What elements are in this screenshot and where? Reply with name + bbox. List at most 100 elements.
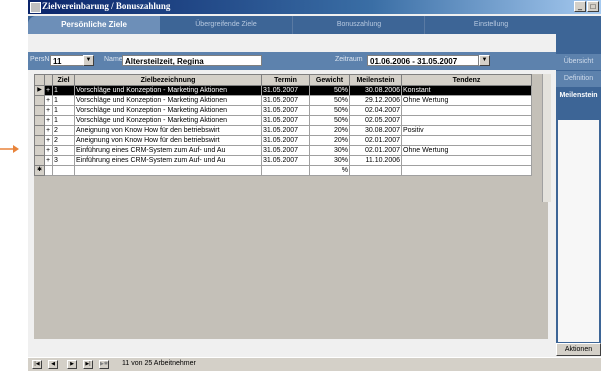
table-row[interactable]: + 1 Vorschläge und Konzeption - Marketin… (34, 115, 532, 126)
cell-tendenz[interactable] (401, 155, 532, 166)
tab-uebergreifende-ziele[interactable]: Übergreifende Ziele (160, 16, 292, 34)
tab-persoenliche-ziele[interactable]: Persönliche Ziele (28, 16, 160, 34)
cell-zielbezeichnung[interactable]: Vorschläge und Konzeption - Marketing Ak… (74, 95, 262, 106)
cell-gewicht[interactable]: 30% (309, 155, 350, 166)
minimize-button[interactable]: _ (574, 1, 586, 12)
expand-button[interactable]: + (44, 105, 53, 116)
expand-button[interactable]: + (44, 145, 53, 156)
cell-zielbezeichnung[interactable]: Aneignung von Know How für den betriebsw… (74, 125, 262, 136)
first-record-button[interactable]: |◀ (32, 360, 42, 369)
row-selector[interactable] (34, 105, 45, 116)
column-header-tendenz[interactable]: Tendenz (401, 74, 532, 86)
cell-meilenstein[interactable]: 02.05.2007 (349, 115, 402, 126)
cell-tendenz[interactable] (401, 165, 532, 176)
table-row[interactable]: + 3 Einführung eines CRM-System zum Auf-… (34, 155, 532, 166)
table-row[interactable]: ▶ + 1 Vorschläge und Konzeption - Market… (34, 85, 532, 96)
expand-button[interactable]: + (44, 115, 53, 126)
new-record-button[interactable]: ▶✱ (99, 360, 109, 369)
cell-meilenstein[interactable] (349, 165, 402, 176)
tab-meilenstein[interactable]: Meilenstein (556, 88, 601, 104)
cell-gewicht[interactable]: 20% (309, 135, 350, 146)
row-selector[interactable] (34, 115, 45, 126)
cell-zielbezeichnung[interactable]: Vorschläge und Konzeption - Marketing Ak… (74, 105, 262, 116)
tab-definition[interactable]: Definition (556, 71, 601, 87)
cell-tendenz[interactable]: Positiv (401, 125, 532, 136)
current-record-icon[interactable]: ▶ (34, 85, 45, 96)
cell-gewicht[interactable]: 50% (309, 105, 350, 116)
cell-ziel[interactable] (52, 165, 75, 176)
cell-zielbezeichnung[interactable]: Einführung eines CRM-System zum Auf- und… (74, 155, 262, 166)
cell-gewicht[interactable]: 20% (309, 125, 350, 136)
expand-button[interactable]: + (44, 125, 53, 136)
zeitraum-dropdown-button[interactable]: ▼ (479, 55, 490, 66)
cell-termin[interactable]: 31.05.2007 (261, 135, 310, 146)
previous-record-button[interactable]: ◀ (48, 360, 58, 369)
cell-gewicht[interactable]: 50% (309, 95, 350, 106)
row-selector[interactable] (34, 155, 45, 166)
table-row[interactable]: + 1 Vorschläge und Konzeption - Marketin… (34, 95, 532, 106)
table-row[interactable]: + 2 Aneignung von Know How für den betri… (34, 135, 532, 146)
table-row[interactable]: + 1 Vorschläge und Konzeption - Marketin… (34, 105, 532, 116)
cell-meilenstein[interactable]: 02.01.2007 (349, 135, 402, 146)
cell-ziel[interactable]: 3 (52, 155, 75, 166)
tab-einstellung[interactable]: Einstellung (424, 16, 557, 34)
cell-zielbezeichnung[interactable] (74, 165, 262, 176)
cell-termin[interactable]: 31.05.2007 (261, 145, 310, 156)
cell-ziel[interactable]: 1 (52, 115, 75, 126)
expand-button[interactable]: + (44, 95, 53, 106)
cell-tendenz[interactable]: Ohne Wertung (401, 145, 532, 156)
cell-tendenz[interactable] (401, 135, 532, 146)
cell-gewicht[interactable]: 50% (309, 85, 350, 96)
cell-zielbezeichnung[interactable]: Vorschläge und Konzeption - Marketing Ak… (74, 115, 262, 126)
cell-gewicht[interactable]: 50% (309, 115, 350, 126)
cell-termin[interactable]: 31.05.2007 (261, 95, 310, 106)
cell-ziel[interactable]: 2 (52, 125, 75, 136)
cell-tendenz[interactable] (401, 105, 532, 116)
row-selector[interactable] (34, 135, 45, 146)
cell-termin[interactable]: 31.05.2007 (261, 115, 310, 126)
name-field[interactable]: Altersteilzeit, Regina (122, 55, 262, 66)
new-record-row[interactable]: ✱ % (34, 165, 532, 176)
cell-meilenstein[interactable]: 11.10.2006 (349, 155, 402, 166)
row-selector[interactable] (34, 145, 45, 156)
new-record-icon[interactable]: ✱ (34, 165, 45, 176)
cell-ziel[interactable]: 1 (52, 105, 75, 116)
cell-zielbezeichnung[interactable]: Aneignung von Know How für den betriebsw… (74, 135, 262, 146)
cell-termin[interactable]: 31.05.2007 (261, 125, 310, 136)
tab-uebersicht[interactable]: Übersicht (556, 54, 601, 70)
cell-meilenstein[interactable]: 02.01.2007 (349, 145, 402, 156)
aktionen-button[interactable]: Aktionen (556, 343, 601, 356)
expand-button[interactable]: + (44, 85, 53, 96)
cell-meilenstein[interactable]: 02.04.2007 (349, 105, 402, 116)
expand-button[interactable]: + (44, 135, 53, 146)
cell-meilenstein[interactable]: 30.08.2007 (349, 125, 402, 136)
cell-ziel[interactable]: 3 (52, 145, 75, 156)
cell-ziel[interactable]: 1 (52, 95, 75, 106)
cell-ziel[interactable]: 2 (52, 135, 75, 146)
column-header-gewicht[interactable]: Gewicht (309, 74, 350, 86)
column-header-meilenstein[interactable]: Meilenstein (349, 74, 402, 86)
zeitraum-field[interactable]: 01.06.2006 - 31.05.2007 (367, 55, 479, 66)
persnr-dropdown-button[interactable]: ▼ (83, 55, 94, 66)
cell-zielbezeichnung[interactable]: Vorschläge und Konzeption - Marketing Ak… (74, 85, 262, 96)
cell-tendenz[interactable] (401, 115, 532, 126)
column-header-ziel[interactable]: Ziel (52, 74, 75, 86)
row-selector[interactable] (34, 125, 45, 136)
cell-tendenz[interactable]: Konstant (401, 85, 532, 96)
expand-button[interactable] (44, 165, 53, 176)
last-record-button[interactable]: ▶| (83, 360, 93, 369)
table-row[interactable]: + 2 Aneignung von Know How für den betri… (34, 125, 532, 136)
column-header-zielbezeichnung[interactable]: Zielbezeichnung (74, 74, 262, 86)
cell-zielbezeichnung[interactable]: Einführung eines CRM-System zum Auf- und… (74, 145, 262, 156)
table-row[interactable]: + 3 Einführung eines CRM-System zum Auf-… (34, 145, 532, 156)
tab-bonuszahlung[interactable]: Bonuszahlung (292, 16, 425, 34)
cell-gewicht[interactable]: 30% (309, 145, 350, 156)
restore-button[interactable]: □ (587, 1, 599, 12)
cell-ziel[interactable]: 1 (52, 85, 75, 96)
cell-termin[interactable]: 31.05.2007 (261, 105, 310, 116)
row-selector[interactable] (34, 95, 45, 106)
cell-meilenstein[interactable]: 30.08.2006 (349, 85, 402, 96)
cell-gewicht[interactable]: % (309, 165, 350, 176)
expand-button[interactable]: + (44, 155, 53, 166)
persnr-field[interactable]: 11 (50, 55, 84, 66)
